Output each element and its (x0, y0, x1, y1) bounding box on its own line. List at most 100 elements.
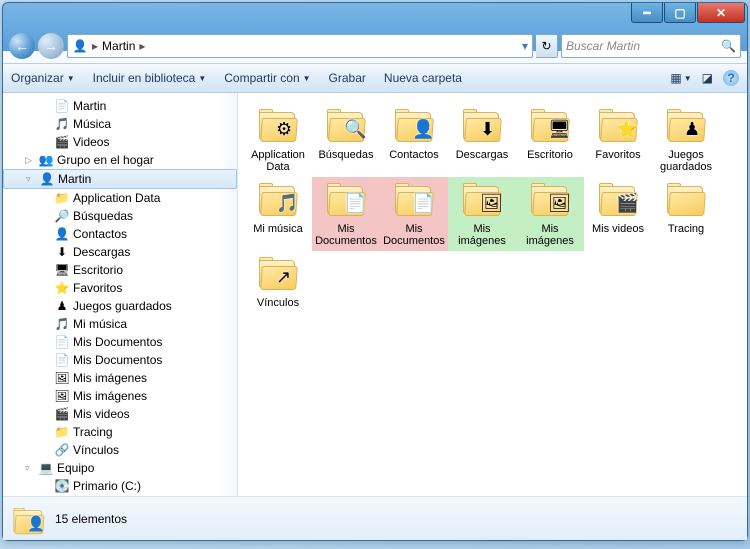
tree-item[interactable]: 📄Martin (3, 97, 237, 115)
view-options-button[interactable]: ▦ ▼ (670, 71, 691, 85)
status-text: 15 elementos (55, 512, 127, 526)
tree-item-icon: 📄 (54, 98, 70, 114)
folder-icon: ⬇ (460, 107, 504, 147)
minimize-button[interactable]: ━ (631, 3, 663, 23)
folder-label: Mis Documentos (313, 223, 379, 247)
tree-item[interactable]: 🔎Búsquedas (3, 207, 237, 225)
tree-item[interactable]: 🔗Vínculos (3, 441, 237, 459)
tree-item[interactable]: 🖼Mis imágenes (3, 369, 237, 387)
tree-item[interactable]: 📄Mis Documentos (3, 351, 237, 369)
folder-label: Mis videos (592, 223, 644, 235)
folder-item[interactable]: 🎵Mi música (244, 177, 312, 251)
tree-item[interactable]: 👤Contactos (3, 225, 237, 243)
tree-item-icon: 👤 (54, 226, 70, 242)
folder-item[interactable]: 🖼Mis imágenes (448, 177, 516, 251)
tree-item[interactable]: 🎵Mi música (3, 315, 237, 333)
folder-item[interactable]: 🖼Mis imágenes (516, 177, 584, 251)
tree-item[interactable]: ▿💻Equipo (3, 459, 237, 477)
refresh-button[interactable]: ↻ (536, 34, 558, 58)
tree-item-icon: 🔗 (54, 442, 70, 458)
share-menu[interactable]: Compartir con▼ (224, 71, 310, 85)
folder-label: Mis imágenes (517, 223, 583, 247)
tree-item-icon: 🎵 (54, 116, 70, 132)
breadcrumb-current[interactable]: Martin (102, 39, 135, 53)
tree-item-icon: 👤 (39, 171, 55, 187)
folder-item[interactable]: ⬇ Descargas (448, 103, 516, 177)
tree-item-icon: ⭐ (54, 280, 70, 296)
folder-item[interactable]: 🎬 Mis videos (584, 177, 652, 251)
status-folder-icon: 👤 (11, 506, 40, 532)
tree-item[interactable]: 📁Application Data (3, 189, 237, 207)
include-library-menu[interactable]: Incluir en biblioteca▼ (93, 71, 207, 85)
tree-item[interactable]: ⬇Descargas (3, 243, 237, 261)
folder-item[interactable]: ♟Juegos guardados (652, 103, 720, 177)
tree-item[interactable]: 🖥Escritorio (3, 261, 237, 279)
tree-item-icon: 🖼 (54, 388, 70, 404)
tree-item[interactable]: ♟Juegos guardados (3, 297, 237, 315)
folder-label: Favoritos (595, 149, 640, 161)
tree-item-icon: 📁 (54, 424, 70, 440)
history-dropdown-icon[interactable]: ▾ (522, 39, 528, 53)
tree-item-icon: 🔎 (54, 208, 70, 224)
folder-item[interactable]: Tracing (652, 177, 720, 251)
address-bar[interactable]: 👤 ▸ Martin ▸ ▾ (67, 34, 533, 58)
status-bar: 👤 15 elementos (3, 496, 747, 540)
new-folder-button[interactable]: Nueva carpeta (384, 71, 462, 85)
tree-item[interactable]: 🎬Mis videos (3, 405, 237, 423)
folder-item[interactable]: ⚙Application Data (244, 103, 312, 177)
maximize-button[interactable]: ▢ (664, 3, 696, 23)
tree-item-label: Mis imágenes (73, 389, 147, 403)
folder-icon (664, 181, 708, 221)
folder-icon: 🎬 (596, 181, 640, 221)
tree-item-icon: 🎬 (54, 406, 70, 422)
organize-menu[interactable]: Organizar▼ (11, 71, 75, 85)
tree-item[interactable]: 📄Mis Documentos (3, 333, 237, 351)
back-button[interactable]: ← (9, 33, 35, 59)
folder-label: Juegos guardados (653, 149, 719, 173)
tree-item[interactable]: 💽Primario (C:) (3, 477, 237, 495)
folder-item[interactable]: 📄Mis Documentos (312, 177, 380, 251)
tree-item-icon: ♟ (54, 298, 70, 314)
folder-label: Tracing (668, 223, 704, 235)
folder-icon: 🔍 (324, 107, 368, 147)
forward-button[interactable]: → (38, 33, 64, 59)
folder-item[interactable]: 📄Mis Documentos (380, 177, 448, 251)
help-button[interactable]: ? (723, 70, 739, 86)
tree-item-label: Mis Documentos (73, 353, 162, 367)
tree-item-label: Mis Documentos (73, 335, 162, 349)
tree-item[interactable]: 🎵Música (3, 115, 237, 133)
tree-item[interactable]: 🎬Videos (3, 133, 237, 151)
tree-item-icon: ⬇ (54, 244, 70, 260)
navigation-tree[interactable]: 📄Martin🎵Música🎬Videos▷👥Grupo en el hogar… (3, 93, 238, 496)
folder-item[interactable]: ⭐Favoritos (584, 103, 652, 177)
close-button[interactable]: ✕ (697, 3, 745, 23)
preview-pane-button[interactable]: ◪ (702, 71, 713, 85)
search-placeholder: Buscar Martin (566, 39, 640, 53)
folder-item[interactable]: 👤Contactos (380, 103, 448, 177)
tree-item[interactable]: ⭐Favoritos (3, 279, 237, 297)
folder-label: Mi música (253, 223, 303, 235)
tree-item-label: Vínculos (73, 443, 119, 457)
folder-label: Application Data (245, 149, 311, 173)
tree-item-label: Equipo (57, 461, 94, 475)
folder-label: Descargas (456, 149, 509, 161)
folder-item[interactable]: ↗Vínculos (244, 251, 312, 313)
folder-label: Búsquedas (318, 149, 373, 161)
explorer-body: 📄Martin🎵Música🎬Videos▷👥Grupo en el hogar… (3, 93, 747, 496)
tree-item[interactable]: 🖼Mis imágenes (3, 387, 237, 405)
tree-item-icon: 📄 (54, 334, 70, 350)
tree-item-label: Martin (58, 172, 91, 186)
folder-icon: 🖼 (528, 181, 572, 221)
tree-item[interactable]: ▷👥Grupo en el hogar (3, 151, 237, 169)
title-bar: ━ ▢ ✕ (3, 3, 747, 29)
folder-item[interactable]: 🔍 Búsquedas (312, 103, 380, 177)
tree-item[interactable]: ▿👤Martin (3, 169, 237, 189)
tree-item[interactable]: 📁Tracing (3, 423, 237, 441)
folder-item[interactable]: 🖥Escritorio (516, 103, 584, 177)
tree-item-label: Favoritos (73, 281, 122, 295)
search-input[interactable]: Buscar Martin 🔍 (561, 34, 741, 58)
content-pane[interactable]: ⚙Application Data 🔍 Búsquedas 👤Contactos ⬇ De… (238, 93, 747, 496)
folder-icon: ⚙ (256, 107, 300, 147)
burn-button[interactable]: Grabar (329, 71, 366, 85)
tree-item-icon: 🎬 (54, 134, 70, 150)
